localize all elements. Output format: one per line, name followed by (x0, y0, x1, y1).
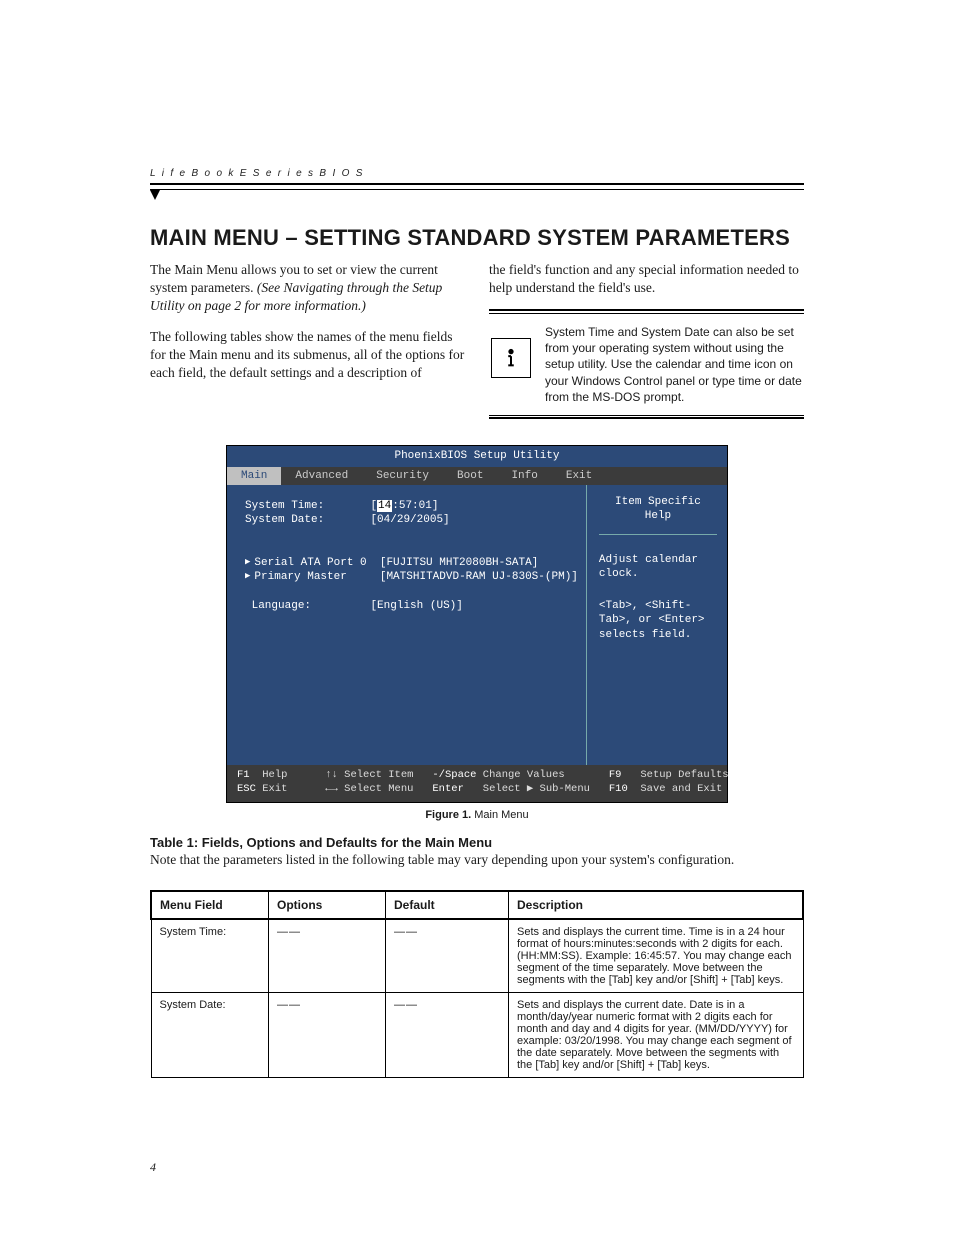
tab-advanced: Advanced (281, 467, 362, 485)
txt-selitem: ↑↓ Select Item (325, 769, 413, 781)
fig-num: Figure 1. (425, 809, 474, 821)
txt-change: Change Values (483, 769, 565, 781)
bios-footer: F1 Help ↑↓ Select Item -/Space Change Va… (227, 765, 727, 802)
cell-options: —— (269, 919, 386, 993)
th-default: Default (386, 891, 509, 919)
arrow-icon (245, 557, 254, 569)
corner-glyph (150, 190, 160, 200)
key-space: -/Space (432, 769, 476, 781)
figure-caption: Figure 1. Main Menu (150, 809, 804, 821)
txt-defaults: Setup Defaults (640, 769, 728, 781)
running-head: L i f e B o o k E S e r i e s B I O S (150, 168, 804, 179)
val-lang: [English (US)] (370, 600, 462, 612)
label-pm: Primary Master (254, 571, 346, 583)
val-sata: [FUJITSU MHT2080BH-SATA] (380, 557, 538, 569)
tab-main: Main (227, 467, 281, 485)
help-line2: <Tab>, <Shift-Tab>, or <Enter> selects f… (599, 599, 717, 642)
bios-title: PhoenixBIOS Setup Utility (227, 446, 727, 466)
key-f1: F1 (237, 769, 250, 781)
intro-p2: The following tables show the names of t… (150, 328, 465, 383)
table-row: System Date: —— —— Sets and displays the… (151, 993, 803, 1078)
table-row: System Time: —— —— Sets and displays the… (151, 919, 803, 993)
rule-thin (150, 189, 804, 190)
key-f9: F9 (609, 769, 622, 781)
txt-exit: Exit (262, 783, 287, 795)
label-system-date: System Date: (245, 514, 324, 526)
val-hh: 14 (377, 500, 392, 512)
cell-default: —— (386, 993, 509, 1078)
fig-title: Main Menu (474, 809, 528, 821)
note-block: System Time and System Date can also be … (489, 309, 804, 419)
th-desc: Description (509, 891, 804, 919)
th-options: Options (269, 891, 386, 919)
txt-selmenu: ←→ Select Menu (325, 783, 413, 795)
fields-table: Menu Field Options Default Description S… (150, 890, 804, 1078)
val-rest: :57:01] (392, 500, 438, 512)
key-esc: ESC (237, 783, 256, 795)
rule-heavy (150, 183, 804, 185)
tab-exit: Exit (552, 467, 606, 485)
tab-boot: Boot (443, 467, 497, 485)
info-icon (491, 338, 531, 378)
intro-p3: the field's function and any special inf… (489, 261, 804, 297)
key-f10: F10 (609, 783, 628, 795)
bios-left-pane: System Time: [14:57:01] System Date: [04… (227, 485, 586, 765)
note-text: System Time and System Date can also be … (545, 324, 804, 405)
txt-submenu: Select ▶ Sub-Menu (483, 783, 590, 795)
bios-help-pane: Item Specific Help Adjust calendar clock… (586, 485, 727, 765)
section-title: MAIN MENU – SETTING STANDARD SYSTEM PARA… (150, 225, 804, 251)
table-title: Table 1: Fields, Options and Defaults fo… (150, 835, 804, 850)
intro-columns: The Main Menu allows you to set or view … (150, 261, 804, 419)
page-number: 4 (150, 1160, 156, 1175)
cell-menu: System Time: (151, 919, 269, 993)
label-system-time: System Time: (245, 500, 324, 512)
cell-default: —— (386, 919, 509, 993)
cell-desc: Sets and displays the current date. Date… (509, 993, 804, 1078)
txt-help: Help (262, 769, 287, 781)
cell-options: —— (269, 993, 386, 1078)
bios-screenshot: PhoenixBIOS Setup Utility Main Advanced … (226, 445, 728, 803)
val-system-date: [04/29/2005] (370, 514, 449, 526)
cell-menu: System Date: (151, 993, 269, 1078)
txt-save: Save and Exit (640, 783, 722, 795)
arrow-icon (245, 571, 254, 583)
label-sata: Serial ATA Port 0 (254, 557, 366, 569)
table-note: Note that the parameters listed in the f… (150, 852, 804, 868)
intro-p1: The Main Menu allows you to set or view … (150, 261, 465, 316)
key-enter: Enter (432, 783, 464, 795)
cell-desc: Sets and displays the current time. Time… (509, 919, 804, 993)
th-menu: Menu Field (151, 891, 269, 919)
label-lang: Language: (252, 600, 311, 612)
help-title: Item Specific Help (599, 495, 717, 535)
table-header-row: Menu Field Options Default Description (151, 891, 803, 919)
val-pm: [MATSHITADVD-RAM UJ-830S-(PM)] (380, 571, 578, 583)
tab-info: Info (497, 467, 551, 485)
help-line1: Adjust calendar clock. (599, 553, 717, 582)
tab-security: Security (362, 467, 443, 485)
bios-tabs: Main Advanced Security Boot Info Exit (227, 467, 727, 485)
